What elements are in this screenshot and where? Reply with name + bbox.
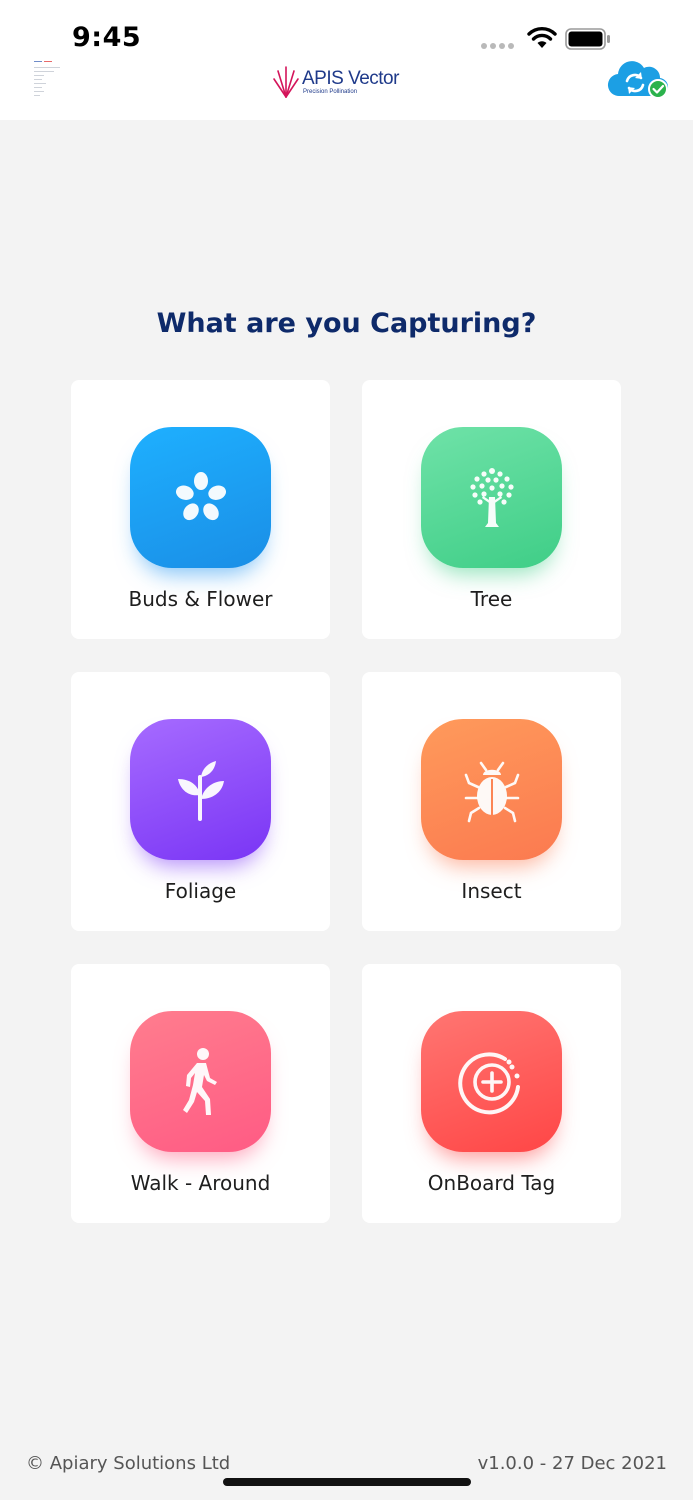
tile-label: Foliage <box>164 879 237 903</box>
cloud-sync-button[interactable] <box>606 56 670 104</box>
tile-buds-flower[interactable]: Buds & Flower <box>71 380 330 639</box>
tile-tree[interactable]: Tree <box>362 380 621 639</box>
home-indicator[interactable] <box>223 1478 471 1486</box>
bug-icon <box>421 719 562 860</box>
logo-mark-icon <box>273 66 299 98</box>
copyright-text: © Apiary Solutions Ltd <box>26 1453 231 1474</box>
document-thumbnail[interactable] <box>30 58 66 100</box>
flower-icon <box>130 427 271 568</box>
tile-label: Buds & Flower <box>128 587 273 611</box>
add-tag-icon <box>421 1011 562 1152</box>
app-logo: APIS Vector Precision Pollination <box>272 63 412 99</box>
tree-icon <box>421 427 562 568</box>
tile-label: Walk - Around <box>130 1171 271 1195</box>
battery-icon <box>565 28 610 50</box>
cloud-sync-icon <box>607 61 669 99</box>
wifi-icon <box>527 27 557 48</box>
check-badge-icon <box>648 79 668 99</box>
version-text: v1.0.0 - 27 Dec 2021 <box>477 1453 667 1474</box>
tile-foliage[interactable]: Foliage <box>71 672 330 931</box>
tile-label: Insect <box>461 879 522 903</box>
logo-text: APIS Vector <box>302 68 399 89</box>
sprout-icon <box>130 719 271 860</box>
tile-walk-around[interactable]: Walk - Around <box>71 964 330 1223</box>
tile-insect[interactable]: Insect <box>362 672 621 931</box>
status-time: 9:45 <box>72 22 142 53</box>
app-header: 9:45 APIS Vector Precision Pollination <box>0 0 693 120</box>
walking-person-icon <box>130 1011 271 1152</box>
logo-subtitle: Precision Pollination <box>303 89 358 95</box>
page-title: What are you Capturing? <box>156 308 537 339</box>
tile-label: Tree <box>470 587 513 611</box>
tile-onboard-tag[interactable]: OnBoard Tag <box>362 964 621 1223</box>
tile-label: OnBoard Tag <box>427 1171 556 1195</box>
cellular-signal-icon <box>481 43 515 49</box>
